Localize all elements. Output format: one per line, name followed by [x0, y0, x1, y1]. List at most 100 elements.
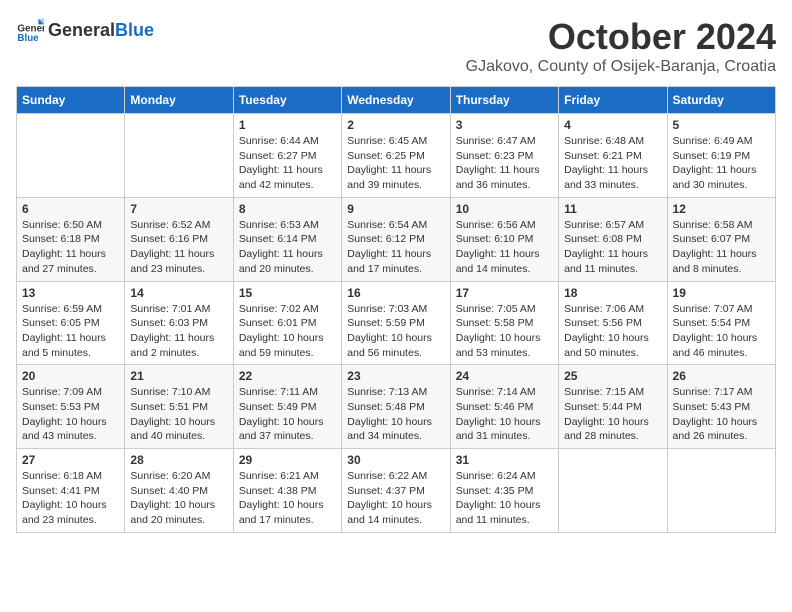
calendar-cell: 24Sunrise: 7:14 AMSunset: 5:46 PMDayligh…	[450, 365, 558, 449]
calendar-cell	[17, 114, 125, 198]
cell-content: Sunrise: 6:18 AMSunset: 4:41 PMDaylight:…	[22, 469, 119, 528]
calendar-cell: 28Sunrise: 6:20 AMSunset: 4:40 PMDayligh…	[125, 449, 233, 533]
location-title: GJakovo, County of Osijek-Baranja, Croat…	[466, 58, 776, 76]
day-number: 5	[673, 118, 770, 132]
calendar-cell: 2 Sunrise: 6:45 AMSunset: 6:25 PMDaylight…	[342, 114, 450, 198]
header-day-sunday: Sunday	[17, 87, 125, 114]
day-number: 18	[564, 286, 661, 300]
cell-content: Sunrise: 6:58 AMSunset: 6:07 PMDaylight:…	[673, 218, 770, 277]
cell-content: Sunrise: 6:54 AMSunset: 6:12 PMDaylight:…	[347, 218, 444, 277]
calendar-cell	[667, 449, 775, 533]
cell-content: Sunrise: 7:05 AMSunset: 5:58 PMDaylight:…	[456, 302, 553, 361]
calendar-cell: 7 Sunrise: 6:52 AMSunset: 6:16 PMDaylight…	[125, 197, 233, 281]
day-number: 8	[239, 202, 336, 216]
calendar-body: 1Sunrise: 6:44 AMSunset: 6:27 PMDaylight…	[17, 114, 776, 533]
header-day-thursday: Thursday	[450, 87, 558, 114]
day-number: 30	[347, 453, 444, 467]
header-day-friday: Friday	[559, 87, 667, 114]
calendar-cell: 29 Sunrise: 6:21 AMSunset: 4:38 PMDayligh…	[233, 449, 341, 533]
calendar-cell: 10 Sunrise: 6:56 AMSunset: 6:10 PMDayligh…	[450, 197, 558, 281]
cell-content: Sunrise: 6:45 AMSunset: 6:25 PMDaylight:…	[347, 134, 444, 193]
cell-content: Sunrise: 6:47 AMSunset: 6:23 PMDaylight:…	[456, 134, 553, 193]
calendar-cell: 4 Sunrise: 6:48 AMSunset: 6:21 PMDaylight…	[559, 114, 667, 198]
day-number: 15	[239, 286, 336, 300]
cell-content: Sunrise: 6:53 AMSunset: 6:14 PMDaylight:…	[239, 218, 336, 277]
week-row-1: 6Sunrise: 6:50 AMSunset: 6:18 PMDaylight…	[17, 197, 776, 281]
calendar-cell: 1Sunrise: 6:44 AMSunset: 6:27 PMDaylight…	[233, 114, 341, 198]
cell-content: Sunrise: 6:20 AMSunset: 4:40 PMDaylight:…	[130, 469, 227, 528]
cell-content: Sunrise: 6:48 AMSunset: 6:21 PMDaylight:…	[564, 134, 661, 193]
day-number: 9	[347, 202, 444, 216]
calendar-cell: 3 Sunrise: 6:47 AMSunset: 6:23 PMDaylight…	[450, 114, 558, 198]
day-number: 12	[673, 202, 770, 216]
calendar-cell: 22Sunrise: 7:11 AMSunset: 5:49 PMDayligh…	[233, 365, 341, 449]
day-number: 17	[456, 286, 553, 300]
day-number: 6	[22, 202, 119, 216]
cell-content: Sunrise: 7:01 AMSunset: 6:03 PMDaylight:…	[130, 302, 227, 361]
cell-content: Sunrise: 6:52 AMSunset: 6:16 PMDaylight:…	[130, 218, 227, 277]
cell-content: Sunrise: 7:09 AMSunset: 5:53 PMDaylight:…	[22, 385, 119, 444]
day-number: 10	[456, 202, 553, 216]
cell-content: Sunrise: 7:03 AMSunset: 5:59 PMDaylight:…	[347, 302, 444, 361]
day-number: 1	[239, 118, 336, 132]
calendar-cell: 14 Sunrise: 7:01 AMSunset: 6:03 PMDayligh…	[125, 281, 233, 365]
calendar-cell: 30 Sunrise: 6:22 AMSunset: 4:37 PMDayligh…	[342, 449, 450, 533]
day-number: 7	[130, 202, 227, 216]
calendar-header: SundayMondayTuesdayWednesdayThursdayFrid…	[17, 87, 776, 114]
calendar-cell: 19Sunrise: 7:07 AMSunset: 5:54 PMDayligh…	[667, 281, 775, 365]
calendar-cell: 16 Sunrise: 7:03 AMSunset: 5:59 PMDayligh…	[342, 281, 450, 365]
cell-content: Sunrise: 7:06 AMSunset: 5:56 PMDaylight:…	[564, 302, 661, 361]
day-number: 25	[564, 369, 661, 383]
calendar-cell: 13Sunrise: 6:59 AMSunset: 6:05 PMDayligh…	[17, 281, 125, 365]
calendar-cell: 26 Sunrise: 7:17 AMSunset: 5:43 PMDayligh…	[667, 365, 775, 449]
day-number: 3	[456, 118, 553, 132]
logo-general-text: General	[48, 20, 115, 41]
calendar-cell: 27Sunrise: 6:18 AMSunset: 4:41 PMDayligh…	[17, 449, 125, 533]
day-number: 20	[22, 369, 119, 383]
calendar-cell: 9 Sunrise: 6:54 AMSunset: 6:12 PMDaylight…	[342, 197, 450, 281]
calendar-cell: 15 Sunrise: 7:02 AMSunset: 6:01 PMDayligh…	[233, 281, 341, 365]
calendar-cell	[125, 114, 233, 198]
cell-content: Sunrise: 6:22 AMSunset: 4:37 PMDaylight:…	[347, 469, 444, 528]
calendar-cell: 23Sunrise: 7:13 AMSunset: 5:48 PMDayligh…	[342, 365, 450, 449]
day-number: 14	[130, 286, 227, 300]
week-row-0: 1Sunrise: 6:44 AMSunset: 6:27 PMDaylight…	[17, 114, 776, 198]
day-number: 16	[347, 286, 444, 300]
calendar-cell: 31 Sunrise: 6:24 AMSunset: 4:35 PMDayligh…	[450, 449, 558, 533]
day-number: 19	[673, 286, 770, 300]
calendar-cell: 8 Sunrise: 6:53 AMSunset: 6:14 PMDaylight…	[233, 197, 341, 281]
week-row-3: 20 Sunrise: 7:09 AMSunset: 5:53 PMDayligh…	[17, 365, 776, 449]
cell-content: Sunrise: 6:24 AMSunset: 4:35 PMDaylight:…	[456, 469, 553, 528]
calendar-cell: 18 Sunrise: 7:06 AMSunset: 5:56 PMDayligh…	[559, 281, 667, 365]
month-title: October 2024	[466, 16, 776, 58]
week-row-4: 27Sunrise: 6:18 AMSunset: 4:41 PMDayligh…	[17, 449, 776, 533]
day-number: 26	[673, 369, 770, 383]
calendar-cell: 5 Sunrise: 6:49 AMSunset: 6:19 PMDaylight…	[667, 114, 775, 198]
header-day-tuesday: Tuesday	[233, 87, 341, 114]
logo: General Blue General Blue	[16, 16, 154, 44]
page-header: General Blue General Blue October 2024 G…	[16, 16, 776, 76]
calendar-cell: 11Sunrise: 6:57 AMSunset: 6:08 PMDayligh…	[559, 197, 667, 281]
header-day-monday: Monday	[125, 87, 233, 114]
cell-content: Sunrise: 6:59 AMSunset: 6:05 PMDaylight:…	[22, 302, 119, 361]
day-number: 29	[239, 453, 336, 467]
cell-content: Sunrise: 7:15 AMSunset: 5:44 PMDaylight:…	[564, 385, 661, 444]
week-row-2: 13Sunrise: 6:59 AMSunset: 6:05 PMDayligh…	[17, 281, 776, 365]
day-number: 21	[130, 369, 227, 383]
cell-content: Sunrise: 7:17 AMSunset: 5:43 PMDaylight:…	[673, 385, 770, 444]
day-number: 31	[456, 453, 553, 467]
cell-content: Sunrise: 6:21 AMSunset: 4:38 PMDaylight:…	[239, 469, 336, 528]
cell-content: Sunrise: 7:02 AMSunset: 6:01 PMDaylight:…	[239, 302, 336, 361]
cell-content: Sunrise: 6:49 AMSunset: 6:19 PMDaylight:…	[673, 134, 770, 193]
calendar-cell: 17 Sunrise: 7:05 AMSunset: 5:58 PMDayligh…	[450, 281, 558, 365]
cell-content: Sunrise: 7:10 AMSunset: 5:51 PMDaylight:…	[130, 385, 227, 444]
cell-content: Sunrise: 7:14 AMSunset: 5:46 PMDaylight:…	[456, 385, 553, 444]
header-day-wednesday: Wednesday	[342, 87, 450, 114]
calendar-cell: 6Sunrise: 6:50 AMSunset: 6:18 PMDaylight…	[17, 197, 125, 281]
day-number: 4	[564, 118, 661, 132]
day-number: 2	[347, 118, 444, 132]
calendar-cell: 12 Sunrise: 6:58 AMSunset: 6:07 PMDayligh…	[667, 197, 775, 281]
calendar-cell: 21 Sunrise: 7:10 AMSunset: 5:51 PMDayligh…	[125, 365, 233, 449]
cell-content: Sunrise: 6:56 AMSunset: 6:10 PMDaylight:…	[456, 218, 553, 277]
svg-text:Blue: Blue	[17, 33, 39, 44]
